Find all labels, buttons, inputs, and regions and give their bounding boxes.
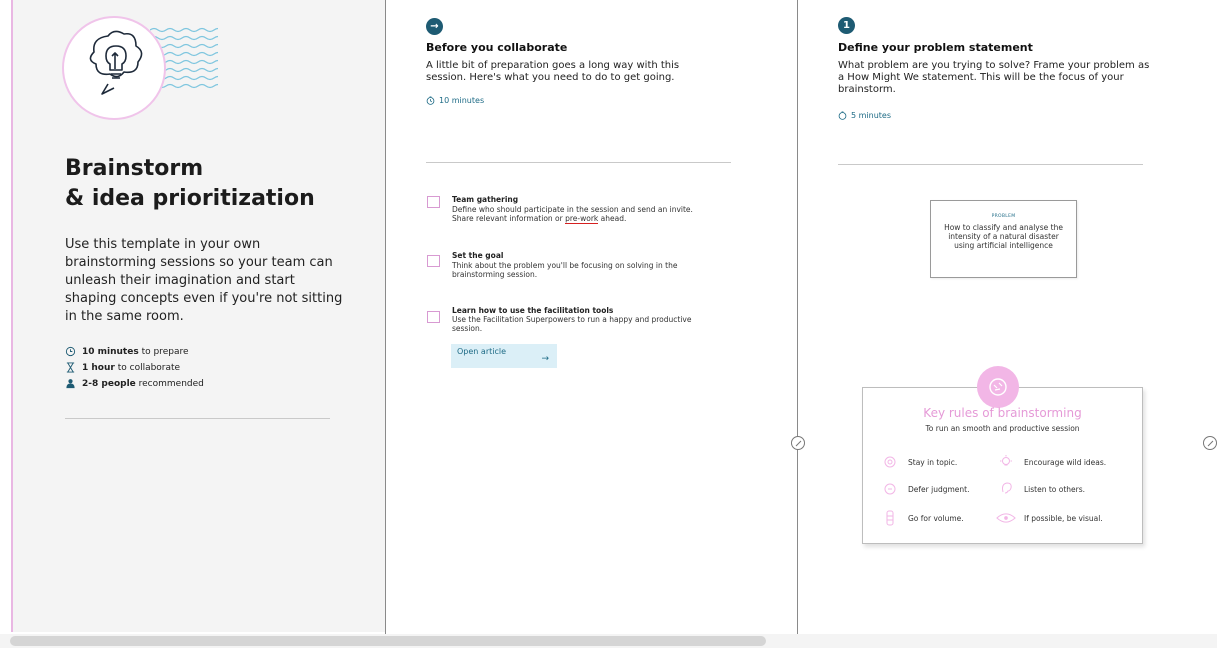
define-description: What problem are you trying to solve? Fr… — [838, 60, 1150, 95]
rule-visual: If possible, be visual. — [996, 511, 1103, 525]
item-facilitation-title: Learn how to use the facilitation tools — [452, 306, 614, 315]
item-facilitation-desc: Use the Facilitation Superpowers to run … — [452, 315, 692, 333]
rule-listen: Listen to others. — [996, 482, 1085, 496]
target-icon — [884, 456, 896, 468]
prep-title: Before you collaborate — [426, 41, 568, 54]
open-article-button[interactable]: Open article → — [451, 344, 557, 368]
connector-handle-left[interactable] — [791, 436, 805, 450]
open-article-label: Open article — [457, 347, 507, 356]
brain-icon — [989, 378, 1007, 396]
rules-subtitle: To run an smooth and productive session — [925, 424, 1080, 433]
timer-icon — [838, 111, 847, 120]
problem-text: How to classify and analyse the intensit… — [944, 223, 1063, 250]
item-set-goal-desc: Think about the problem you'll be focusi… — [452, 261, 678, 279]
problem-label: PROBLEM — [991, 214, 1016, 219]
arrow-badge-icon: → — [426, 18, 443, 35]
hero-illustration — [62, 16, 166, 120]
rules-badge — [977, 366, 1019, 408]
rule-volume: Go for volume. — [880, 510, 964, 526]
lightbulb-icon — [89, 30, 143, 95]
intro-divider — [65, 418, 330, 419]
meta-collab-time: 1 hour to collaborate — [65, 362, 180, 373]
rules-title: Key rules of brainstorming — [923, 406, 1082, 420]
horizontal-scrollbar-thumb[interactable] — [10, 636, 766, 646]
column-divider-2 — [797, 0, 798, 634]
problem-statement-card[interactable]: PROBLEM How to classify and analyse the … — [930, 200, 1077, 278]
facilitation-tools-icon — [427, 311, 440, 323]
column-divider-1 — [385, 0, 386, 634]
arrow-right-icon: → — [541, 354, 549, 364]
item-set-goal-title: Set the goal — [452, 251, 504, 260]
rule-wild-ideas: Encourage wild ideas. — [996, 455, 1106, 469]
page-title: Brainstorm & idea prioritization — [65, 156, 315, 211]
item-team-gathering-desc: Define who should participate in the ses… — [452, 205, 693, 224]
speech-icon — [884, 483, 896, 495]
define-timer: 5 minutes — [838, 111, 891, 120]
hourglass-icon — [66, 362, 75, 373]
connector-handle-right[interactable] — [1203, 436, 1217, 450]
item-team-gathering-title: Team gathering — [452, 195, 519, 204]
rule-defer-judgment: Defer judgment. — [880, 482, 969, 496]
set-goal-icon — [427, 255, 440, 267]
stack-icon — [886, 510, 894, 526]
rule-stay-in-topic: Stay in topic. — [880, 455, 957, 469]
intro-description: Use this template in your own brainstorm… — [65, 237, 343, 324]
pre-work-link[interactable]: pre-work — [565, 214, 599, 224]
person-icon — [66, 379, 75, 389]
meta-prep-time: 10 minutes to prepare — [65, 346, 189, 357]
meta-people: 2-8 people recommended — [65, 378, 204, 389]
lightbulb-icon — [1000, 455, 1012, 466]
prep-divider — [426, 162, 731, 163]
ear-icon — [1002, 482, 1012, 494]
define-divider — [838, 164, 1143, 165]
clock-icon — [65, 346, 76, 357]
team-gathering-icon — [427, 196, 440, 208]
step-number-badge: 1 — [838, 17, 855, 34]
define-title: Define your problem statement — [838, 41, 1033, 54]
prep-description: A little bit of preparation goes a long … — [426, 60, 680, 83]
eye-icon — [996, 513, 1016, 523]
timer-icon — [426, 96, 435, 105]
prep-timer: 10 minutes — [426, 96, 484, 105]
